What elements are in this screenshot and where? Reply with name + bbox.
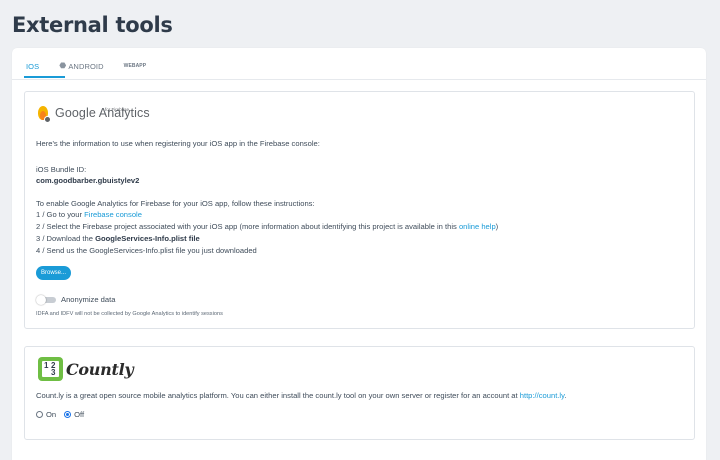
online-help-link[interactable]: online help: [459, 222, 496, 231]
tab-webapp[interactable]: WEBAPP: [124, 57, 149, 75]
radio-off[interactable]: [64, 411, 72, 418]
countly-link[interactable]: http://count.ly: [520, 391, 565, 400]
anonymize-note: IDFA and IDFV will not be collected by G…: [36, 311, 223, 317]
countly-logo: 1 2 3 Countly: [38, 357, 134, 381]
instructions-intro: To enable Google Analytics for Firebase …: [36, 199, 315, 208]
countly-icon: 1 2 3: [38, 357, 63, 381]
instruction-step-4: 4 / Send us the GoogleServices-Info.plis…: [36, 246, 257, 255]
android-icon: ⬣: [59, 61, 67, 70]
countly-card: 1 2 3 Countly Count.ly is a great open s…: [24, 346, 695, 440]
firebase-console-link[interactable]: Firebase console: [84, 210, 142, 219]
google-analytics-card: Google Analytics for Firebase Here's the…: [24, 91, 695, 329]
tab-label: WEBAPP: [123, 62, 147, 69]
ga-intro-text: Here's the information to use when regis…: [36, 139, 320, 148]
instruction-step-1: 1 / Go to your Firebase console: [36, 210, 142, 219]
countly-wordmark: Countly: [66, 359, 134, 379]
countly-off-option[interactable]: Off: [64, 410, 84, 419]
instruction-step-2: 2 / Select the Firebase project associat…: [36, 222, 499, 231]
active-tab-indicator: [24, 76, 65, 78]
tab-label: IOS: [26, 61, 40, 71]
tab-android[interactable]: ⬣ ANDROID: [59, 57, 103, 75]
countly-radio-group: On Off: [36, 410, 92, 419]
countly-on-option[interactable]: On: [36, 410, 56, 419]
page-title: External tools: [12, 13, 173, 37]
firebase-icon: [37, 106, 51, 123]
radio-on[interactable]: [36, 411, 43, 418]
google-analytics-title: Google Analytics: [55, 106, 150, 120]
instruction-step-3: 3 / Download the GoogleServices-Info.pli…: [36, 234, 200, 243]
tab-label: ANDROID: [68, 61, 104, 71]
bundle-id-label: iOS Bundle ID:: [36, 165, 87, 174]
webapp-icon: WEBAPP: [123, 62, 147, 69]
platform-tabs: IOS ⬣ ANDROID WEBAPP: [24, 57, 168, 85]
google-analytics-subtitle: for Firebase: [105, 107, 130, 112]
countly-description: Count.ly is a great open source mobile a…: [36, 391, 567, 400]
tab-ios[interactable]: IOS: [24, 57, 39, 75]
tabs-divider: [12, 79, 706, 80]
external-tools-panel: IOS ⬣ ANDROID WEBAPP Google Analytics fo…: [12, 48, 706, 460]
google-analytics-logo: Google Analytics: [37, 106, 150, 123]
browse-button[interactable]: Browse...: [36, 266, 71, 280]
anonymize-label: Anonymize data: [61, 295, 116, 304]
anonymize-toggle[interactable]: [36, 295, 56, 305]
bundle-id-value: com.goodbarber.gbuistylev2: [36, 176, 140, 185]
